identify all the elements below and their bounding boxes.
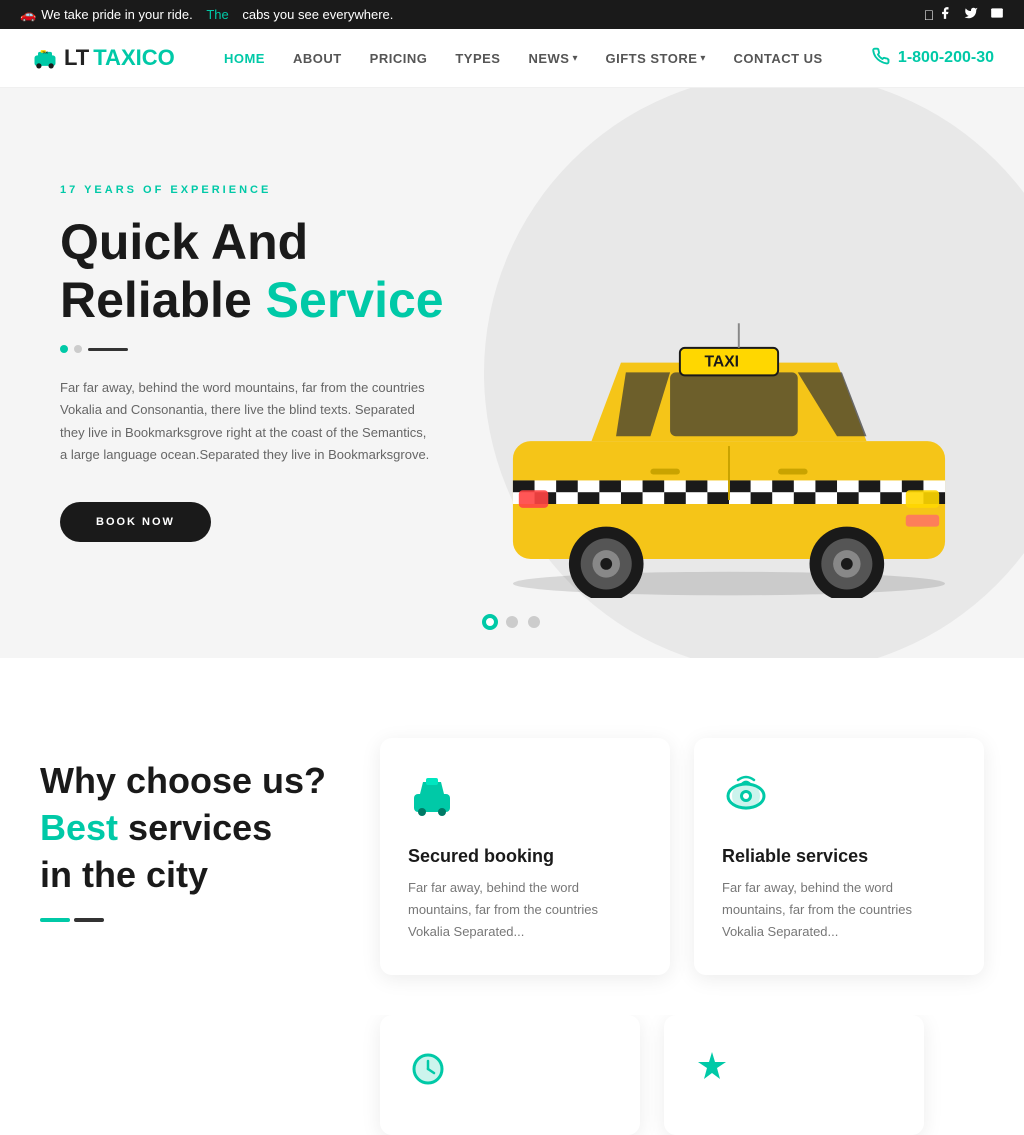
email-icon[interactable] xyxy=(990,6,1004,23)
taxi-car-svg: TAXI xyxy=(454,284,1004,598)
site-header: TAXI LT TAXICO HOME ABOUT PRICING TYPES … xyxy=(0,29,1024,88)
phone-icon xyxy=(872,47,890,70)
svg-text:TAXI: TAXI xyxy=(704,353,739,370)
clock-icon xyxy=(408,1047,612,1095)
news-chevron-icon: ▾ xyxy=(572,53,577,64)
slider-dot-2[interactable] xyxy=(506,616,518,628)
why-choose-us-section: Why choose us? Best services in the city… xyxy=(0,658,1024,1035)
main-nav: HOME ABOUT PRICING TYPES NEWS ▾ GIFTS ST… xyxy=(224,51,823,66)
feature-desc-secured: Far far away, behind the word mountains,… xyxy=(408,877,642,943)
feature-card-secured-booking: Secured booking Far far away, behind the… xyxy=(380,738,670,975)
nav-gifts-store[interactable]: GIFTS STORE ▾ xyxy=(605,51,705,66)
slider-dots xyxy=(484,616,540,628)
feature-card-reliable-services: Reliable services Far far away, behind t… xyxy=(694,738,984,975)
feature-cards-grid: Secured booking Far far away, behind the… xyxy=(380,738,984,975)
hero-tagline: 17 YEARS OF EXPERIENCE xyxy=(60,184,444,196)
hero-section: 17 YEARS OF EXPERIENCE Quick And Reliabl… xyxy=(0,88,1024,658)
twitter-icon[interactable] xyxy=(964,6,978,23)
why-left-content: Why choose us? Best services in the city xyxy=(40,738,340,922)
phone-number: 1-800-200-30 xyxy=(898,49,994,67)
gifts-chevron-icon: ▾ xyxy=(700,53,705,64)
bottom-cards-partial xyxy=(340,1015,1024,1135)
why-divider xyxy=(40,918,340,922)
hero-content: 17 YEARS OF EXPERIENCE Quick And Reliabl… xyxy=(60,184,444,541)
divider-line xyxy=(88,348,128,351)
nav-news[interactable]: NEWS ▾ xyxy=(528,51,577,66)
logo-lt: LT xyxy=(64,45,89,71)
top-announcement-bar: 🚗 We take pride in your ride. The cabs y… xyxy=(0,0,1024,29)
logo-taxi-icon: TAXI xyxy=(30,43,60,73)
logo-taxico: TAXICO xyxy=(93,45,174,71)
feature-card-bottom-2 xyxy=(664,1015,924,1135)
nav-types[interactable]: TYPES xyxy=(455,51,500,66)
social-icons:  xyxy=(924,6,1004,23)
announcement-message: 🚗 We take pride in your ride. The cabs y… xyxy=(20,7,393,23)
why-divider-dark xyxy=(74,918,104,922)
feature-desc-reliable: Far far away, behind the word mountains,… xyxy=(722,877,956,943)
taxi-booking-icon xyxy=(408,770,642,828)
why-divider-green xyxy=(40,918,70,922)
hero-divider xyxy=(60,345,444,353)
divider-dot-gray xyxy=(74,345,82,353)
eye-reliable-icon xyxy=(722,770,956,828)
divider-dot-green xyxy=(60,345,68,353)
slider-dot-3[interactable] xyxy=(528,616,540,628)
phone-section[interactable]: 1-800-200-30 xyxy=(872,47,994,70)
slider-dot-1[interactable] xyxy=(484,616,496,628)
feature-card-bottom-1 xyxy=(380,1015,640,1135)
hero-taxi-car: TAXI xyxy=(454,284,1004,603)
site-logo[interactable]: TAXI LT TAXICO xyxy=(30,43,175,73)
hero-title: Quick And Reliable Service xyxy=(60,214,444,329)
nav-pricing[interactable]: PRICING xyxy=(370,51,428,66)
feature-title-secured: Secured booking xyxy=(408,846,642,867)
svg-text:TAXI: TAXI xyxy=(42,51,48,55)
nav-contact-us[interactable]: CONTACT US xyxy=(733,51,822,66)
nav-about[interactable]: ABOUT xyxy=(293,51,342,66)
nav-home[interactable]: HOME xyxy=(224,51,265,66)
book-now-button[interactable]: BOOK NOW xyxy=(60,502,211,542)
facebook-icon[interactable]:  xyxy=(924,6,952,23)
feature-title-reliable: Reliable services xyxy=(722,846,956,867)
star-icon xyxy=(692,1047,896,1095)
car-icon: 🚗 xyxy=(20,7,36,23)
hero-description: Far far away, behind the word mountains,… xyxy=(60,377,430,465)
why-title: Why choose us? Best services in the city xyxy=(40,758,340,898)
